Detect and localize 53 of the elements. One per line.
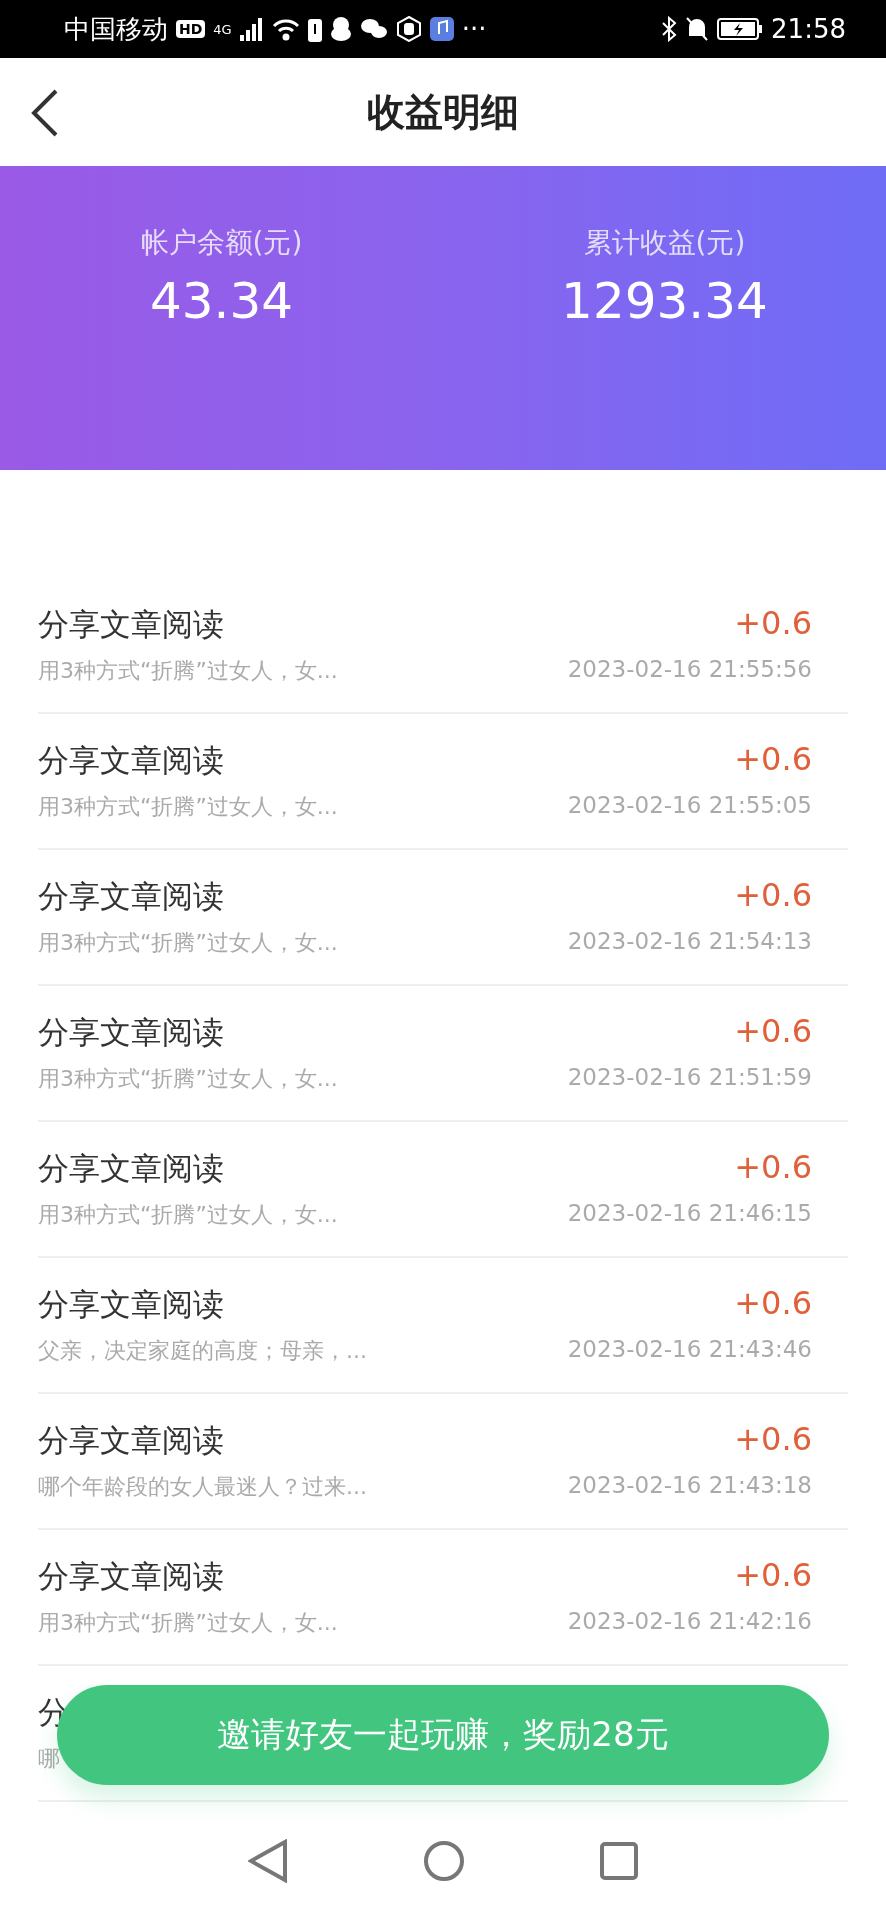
record-time: 2023-02-16 21:46:15 bbox=[567, 1200, 812, 1228]
signal-icon bbox=[239, 17, 264, 41]
record-title: 分享文章阅读 bbox=[38, 605, 224, 644]
page-title: 收益明细 bbox=[367, 88, 519, 136]
record-amount: +0.6 bbox=[733, 876, 812, 916]
record-subtitle: 用3种方式“折腾”过女人，女... bbox=[38, 657, 338, 685]
record-subtitle: 哪 bbox=[38, 1745, 60, 1773]
record-subtitle: 用3种方式“折腾”过女人，女... bbox=[38, 1065, 338, 1093]
record-title: 分享文章阅读 bbox=[38, 1557, 224, 1596]
record-time: 2023-02-16 21:55:56 bbox=[567, 656, 812, 684]
battery-charging-icon bbox=[717, 17, 764, 41]
summary-value: 1293.34 bbox=[561, 272, 768, 330]
record-amount: +0.6 bbox=[733, 1556, 812, 1596]
record-time: 2023-02-16 21:51:59 bbox=[567, 1064, 812, 1092]
record-title: 分享文章阅读 bbox=[38, 741, 224, 780]
record-time: 2023-02-16 21:42:16 bbox=[567, 1608, 812, 1636]
carrier-name: 中国移动 bbox=[64, 12, 168, 46]
record-subtitle: 用3种方式“折腾”过女人，女... bbox=[38, 1609, 338, 1637]
summary-label: 帐户余额(元) bbox=[140, 225, 303, 261]
recents-square-icon bbox=[600, 1842, 638, 1880]
home-circle-icon bbox=[423, 1840, 465, 1882]
record-amount: +0.6 bbox=[733, 1284, 812, 1324]
clock-time: 21:58 bbox=[771, 14, 846, 44]
record-time: 2023-02-16 21:43:18 bbox=[567, 1472, 812, 1500]
record-time: 2023-02-16 21:55:05 bbox=[567, 792, 812, 820]
hd-badge: HD bbox=[176, 20, 206, 38]
record-subtitle: 用3种方式“折腾”过女人，女... bbox=[38, 793, 338, 821]
record-time: 2023-02-16 21:54:13 bbox=[567, 928, 812, 956]
back-triangle-icon bbox=[248, 1839, 288, 1883]
back-icon[interactable] bbox=[30, 88, 60, 138]
bell-off-icon bbox=[685, 16, 710, 42]
record-title: 分享文章阅读 bbox=[38, 877, 224, 916]
record-subtitle: 父亲，决定家庭的高度；母亲，... bbox=[38, 1337, 367, 1365]
summary-label: 累计收益(元) bbox=[583, 225, 746, 261]
record-amount: +0.6 bbox=[733, 740, 812, 780]
more-indicator: ··· bbox=[461, 14, 487, 44]
record-title: 分享文章阅读 bbox=[38, 1285, 224, 1324]
record-amount: +0.6 bbox=[733, 604, 812, 644]
record-title: 分享文章阅读 bbox=[38, 1421, 224, 1460]
bluetooth-icon bbox=[661, 16, 678, 42]
record-subtitle: 用3种方式“折腾”过女人，女... bbox=[38, 1201, 338, 1229]
summary-value: 43.34 bbox=[149, 272, 294, 330]
record-amount: +0.6 bbox=[733, 1012, 812, 1052]
record-amount: +0.6 bbox=[733, 1148, 812, 1188]
network-type: 4G bbox=[213, 21, 232, 37]
record-title: 分享文章阅读 bbox=[38, 1013, 224, 1052]
record-amount: +0.6 bbox=[733, 1420, 812, 1460]
chat-bubbles-icon bbox=[359, 17, 388, 41]
record-subtitle: 用3种方式“折腾”过女人，女... bbox=[38, 929, 338, 957]
record-subtitle: 哪个年龄段的女人最迷人？过来... bbox=[38, 1473, 367, 1501]
record-time: 2023-02-16 21:43:46 bbox=[567, 1336, 812, 1364]
wifi-icon bbox=[271, 17, 300, 41]
record-title: 分享文章阅读 bbox=[38, 1149, 224, 1188]
